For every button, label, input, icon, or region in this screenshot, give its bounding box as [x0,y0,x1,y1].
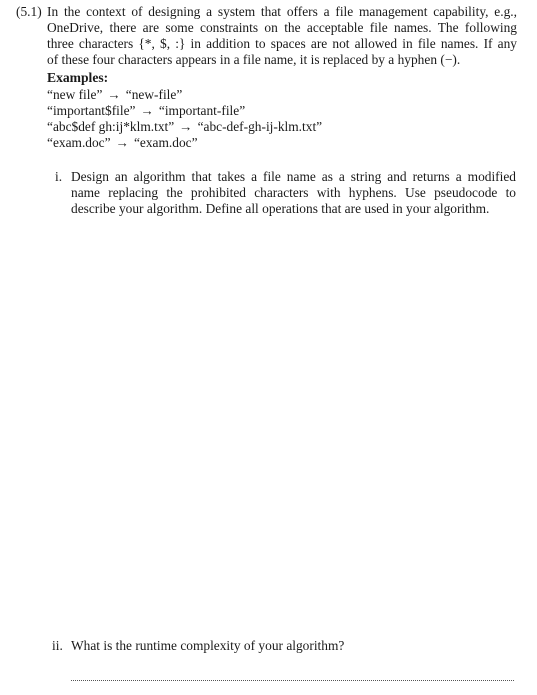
examples-heading: Examples: [47,70,109,85]
arrow-right-icon: → [115,135,129,150]
arrow-right-icon: → [140,103,154,118]
intro-line: of these four characters appears in a fi… [47,52,461,67]
part-line: describe your algorithm. Define all oper… [71,201,490,216]
example-row: “exam.doc” → “exam.doc” [47,135,198,151]
answer-dotted-line[interactable] [71,680,514,681]
part-line: What is the runtime complexity of your a… [71,638,345,653]
example-output: “new-file” [125,87,183,102]
example-output: “exam.doc” [133,135,198,150]
intro-line: In the context of designing a system tha… [47,4,517,19]
question-number: (5.1) [16,4,42,19]
part-i-number: i. [55,169,63,184]
example-input: “exam.doc” [47,135,111,150]
part-ii-number: ii. [52,638,63,653]
example-row: “abc$def gh:ij*klm.txt” → “abc-def-gh-ij-k… [47,119,322,135]
example-input: “new file” [47,87,103,102]
intro-line: three characters {*, $, :} in addition t… [47,36,517,51]
question-intro: In the context of designing a system tha… [47,4,517,68]
example-output: “abc-def-gh-ij-klm.txt” [197,119,323,134]
example-row: “new file” → “new-file” [47,87,182,103]
part-line: name replacing the prohibited characters… [71,185,516,200]
example-input: “important$file” [47,103,136,118]
part-i-text: Design an algorithm that takes a file na… [71,169,516,217]
example-input: “abc$def gh:ij*klm.txt” [47,119,175,134]
example-row: “important$file” → “important-file” [47,103,245,119]
intro-line: OneDrive, there are some constraints on … [47,20,517,35]
arrow-right-icon: → [107,87,121,102]
part-ii-text: What is the runtime complexity of your a… [71,638,516,654]
arrow-right-icon: → [179,119,193,134]
example-output: “important-file” [158,103,246,118]
part-line: Design an algorithm that takes a file na… [71,169,516,184]
